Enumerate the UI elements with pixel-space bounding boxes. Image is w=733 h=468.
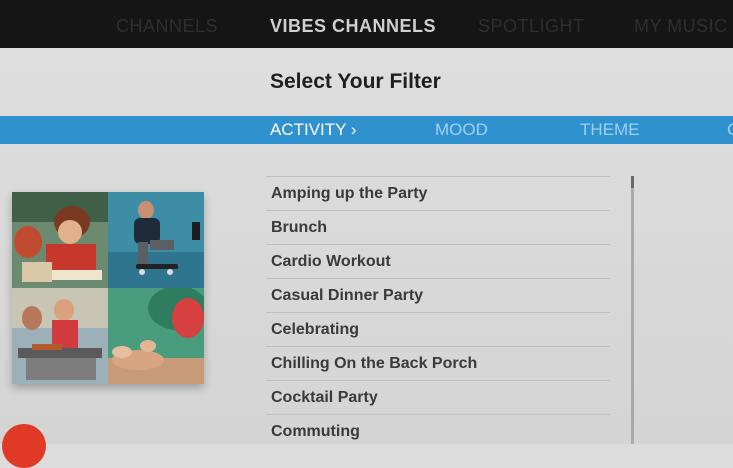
list-item[interactable]: Cocktail Party: [266, 380, 610, 414]
filter-tab-bar: ACTIVITY › MOOD THEME C: [0, 116, 733, 144]
nav-tab-channels[interactable]: CHANNELS: [116, 16, 218, 37]
list-item[interactable]: Casual Dinner Party: [266, 278, 610, 312]
list-item[interactable]: Commuting: [266, 414, 610, 448]
page-title: Select Your Filter: [270, 70, 441, 93]
nav-tab-spotlight[interactable]: SPOTLIGHT: [478, 16, 585, 37]
nav-tab-my-music[interactable]: MY MUSIC: [634, 16, 728, 37]
filter-tab-partial[interactable]: C: [727, 120, 733, 140]
list-item[interactable]: Celebrating: [266, 312, 610, 346]
list-item[interactable]: Amping up the Party: [266, 176, 610, 210]
filter-tab-mood[interactable]: MOOD: [435, 120, 488, 140]
photo-friends-reading: [12, 192, 108, 288]
filter-list: Amping up the Party Brunch Cardio Workou…: [266, 176, 610, 448]
list-item[interactable]: Brunch: [266, 210, 610, 244]
filter-tab-activity[interactable]: ACTIVITY ›: [270, 120, 357, 140]
top-navigation: CHANNELS VIBES CHANNELS SPOTLIGHT MY MUS…: [0, 0, 733, 48]
list-item[interactable]: Cardio Workout: [266, 244, 610, 278]
photo-meditation: [108, 288, 204, 384]
photo-grilling: [12, 288, 108, 384]
step-badge: [2, 424, 46, 468]
scrollbar-thumb[interactable]: [631, 176, 634, 188]
list-scrollbar[interactable]: [631, 176, 634, 444]
nav-tab-vibes-channels[interactable]: VIBES CHANNELS: [270, 16, 436, 37]
list-item[interactable]: Chilling On the Back Porch: [266, 346, 610, 380]
photo-skateboarder: [108, 192, 204, 288]
filter-tab-theme[interactable]: THEME: [580, 120, 640, 140]
activity-image-tile: [12, 192, 204, 384]
